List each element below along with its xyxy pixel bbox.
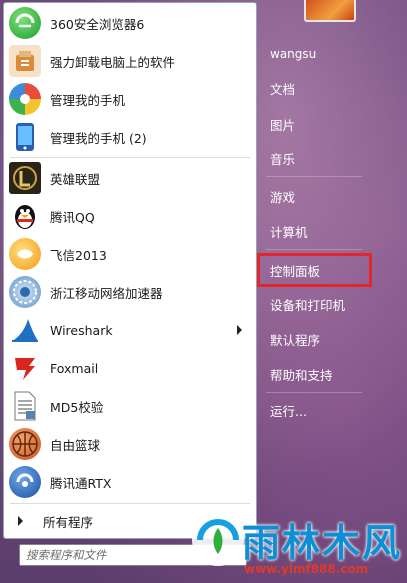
program-foxmail[interactable]: Foxmail bbox=[8, 350, 250, 386]
menu-music[interactable]: 音乐 bbox=[262, 144, 372, 172]
username-label: wangsu bbox=[270, 47, 317, 61]
program-free-basketball[interactable]: 自由篮球 bbox=[8, 426, 250, 462]
foxmail-icon bbox=[9, 352, 41, 384]
username-link[interactable]: wangsu bbox=[262, 40, 372, 68]
network-accelerator-icon bbox=[9, 276, 41, 308]
menu-item-label: 游戏 bbox=[270, 189, 296, 205]
menu-item-label: 运行... bbox=[270, 403, 307, 419]
basketball-icon bbox=[9, 428, 41, 460]
expand-arrow-icon bbox=[18, 516, 23, 526]
control-panel-highlight-box bbox=[257, 253, 372, 287]
program-uninstaller[interactable]: 强力卸载电脑上的软件 bbox=[8, 43, 250, 79]
program-wireshark[interactable]: Wireshark bbox=[8, 312, 250, 348]
wireshark-fin-icon bbox=[9, 314, 41, 346]
program-fetion[interactable]: 飞信2013 bbox=[8, 236, 250, 272]
start-menu-programs-pane: 360安全浏览器6 强力卸载电脑上的软件 管理我的手机 管理我的手机 (2) 英… bbox=[3, 2, 257, 539]
program-label: MD5校验 bbox=[50, 399, 104, 415]
menu-computer[interactable]: 计算机 bbox=[262, 217, 372, 245]
program-network-accelerator[interactable]: 浙江移动网络加速器 bbox=[8, 274, 250, 310]
program-label: Foxmail bbox=[50, 360, 99, 376]
submenu-arrow-icon bbox=[237, 325, 242, 335]
program-label: 腾讯QQ bbox=[50, 209, 95, 225]
program-label: 强力卸载电脑上的软件 bbox=[50, 54, 176, 70]
divider bbox=[266, 392, 362, 393]
program-label: 飞信2013 bbox=[50, 247, 107, 263]
divider bbox=[266, 249, 362, 250]
menu-item-label: 计算机 bbox=[270, 224, 308, 240]
menu-documents[interactable]: 文档 bbox=[262, 74, 372, 102]
menu-help-support[interactable]: 帮助和支持 bbox=[262, 360, 372, 388]
menu-devices-printers[interactable]: 设备和打印机 bbox=[262, 290, 372, 318]
menu-item-label: 帮助和支持 bbox=[270, 367, 333, 383]
program-rtx[interactable]: 腾讯通RTX bbox=[8, 464, 250, 500]
program-md5-check[interactable]: MD5校验 bbox=[8, 388, 250, 424]
league-of-legends-icon bbox=[9, 162, 41, 194]
menu-item-label: 文档 bbox=[270, 81, 296, 97]
phone-icon bbox=[9, 121, 41, 153]
md5-document-icon bbox=[9, 390, 41, 422]
menu-item-label: 默认程序 bbox=[270, 332, 321, 348]
program-label: 管理我的手机 (2) bbox=[50, 130, 147, 146]
program-label: 浙江移动网络加速器 bbox=[50, 285, 163, 301]
menu-default-programs[interactable]: 默认程序 bbox=[262, 325, 372, 353]
program-league-of-legends[interactable]: 英雄联盟 bbox=[8, 160, 250, 196]
watermark-title: 雨林木风 bbox=[242, 521, 403, 565]
program-label: 英雄联盟 bbox=[50, 171, 101, 187]
program-label: 腾讯通RTX bbox=[50, 475, 112, 491]
menu-run[interactable]: 运行... bbox=[262, 396, 372, 424]
menu-pictures[interactable]: 图片 bbox=[262, 110, 372, 138]
divider bbox=[10, 157, 250, 158]
menu-item-label: 音乐 bbox=[270, 151, 296, 167]
program-label: 自由篮球 bbox=[50, 437, 101, 453]
user-avatar[interactable] bbox=[304, 0, 356, 22]
menu-games[interactable]: 游戏 bbox=[262, 182, 372, 210]
menu-item-label: 图片 bbox=[270, 117, 296, 133]
program-phone-manager[interactable]: 管理我的手机 bbox=[8, 81, 250, 117]
rtx-icon bbox=[9, 466, 41, 498]
fetion-icon bbox=[9, 238, 41, 270]
qq-penguin-icon bbox=[9, 200, 41, 232]
watermark-url: www.ylmf888.com bbox=[244, 562, 369, 576]
phone-manager-icon bbox=[9, 83, 41, 115]
program-label: 管理我的手机 bbox=[50, 92, 126, 108]
browser-360-icon bbox=[9, 7, 41, 39]
program-tencent-qq[interactable]: 腾讯QQ bbox=[8, 198, 250, 234]
program-phone-manager-2[interactable]: 管理我的手机 (2) bbox=[8, 119, 250, 155]
program-label: Wireshark bbox=[50, 322, 113, 338]
all-programs-label: 所有程序 bbox=[43, 514, 94, 530]
program-360-browser[interactable]: 360安全浏览器6 bbox=[8, 5, 250, 41]
divider bbox=[266, 176, 362, 177]
menu-item-label: 设备和打印机 bbox=[270, 297, 346, 313]
program-label: 360安全浏览器6 bbox=[50, 16, 145, 32]
uninstall-icon bbox=[9, 45, 41, 77]
